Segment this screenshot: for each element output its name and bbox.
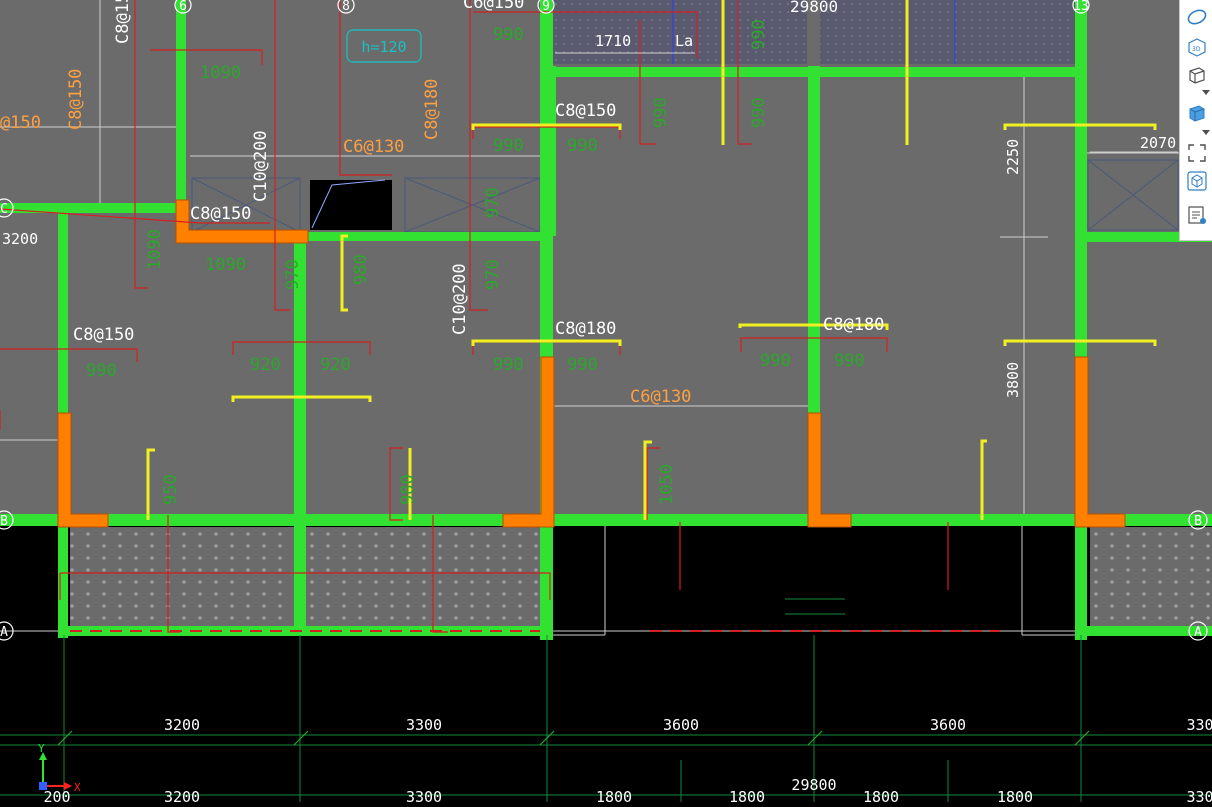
- bar-length: 980: [398, 474, 418, 505]
- navigation-cube-button[interactable]: [1184, 168, 1210, 194]
- dimension-text: 29800: [791, 776, 836, 794]
- bar-length: 970: [483, 187, 503, 218]
- rebar-label: C6@130: [343, 137, 404, 157]
- bar-length: 970: [483, 259, 503, 290]
- dimension-text: 2250: [1004, 139, 1022, 175]
- axis-label-9: 9: [542, 0, 550, 14]
- rebar-label: C10@200: [251, 130, 271, 202]
- dimension-text: 3600: [930, 716, 966, 734]
- ucs-y-label: Y: [38, 742, 45, 755]
- dimension-text: 3200: [2, 230, 38, 248]
- dimension-text: 3300: [406, 788, 442, 802]
- rebar-label: C8@150: [66, 69, 86, 130]
- rebar-label: @150: [0, 113, 41, 133]
- rebar-label: C8@150: [73, 325, 134, 345]
- dimension-text: 1800: [596, 788, 632, 802]
- rebar-label: C6@150: [463, 0, 524, 13]
- bar-length: 980: [351, 254, 371, 285]
- bar-length: 990: [493, 25, 524, 45]
- dimension-text: 1800: [863, 788, 899, 802]
- bar-length: 920: [250, 355, 281, 375]
- slab-thickness-text: h=120: [361, 38, 406, 56]
- properties-button[interactable]: [1184, 202, 1210, 228]
- bar-length: 990: [651, 97, 671, 128]
- bar-length: 1090: [200, 63, 241, 83]
- rebar-label: C8@180: [555, 319, 616, 339]
- dimension-text: 1800: [997, 788, 1033, 802]
- bar-length: 950: [161, 474, 181, 505]
- dimension-row: 3200 3300 3600 3600 330 29800 200 3200 3…: [43, 716, 1212, 806]
- dimension-text: 3200: [164, 716, 200, 734]
- rebar-label: C8@180: [823, 315, 884, 335]
- bar-length: 990: [567, 136, 598, 156]
- properties-icon: [1188, 206, 1206, 224]
- dimension-text: 3600: [663, 716, 699, 734]
- bar-length: 970: [283, 259, 303, 290]
- bar-length: 990: [749, 97, 769, 128]
- dimension-text: 3200: [164, 788, 200, 802]
- ucs-icon: Y X: [38, 742, 81, 794]
- dimension-text: 2070: [1140, 134, 1176, 152]
- axis-label-8: 8: [342, 0, 350, 14]
- bar-length: 990: [493, 355, 524, 375]
- cad-drawing-viewport[interactable]: 6 8 9 13 C B B A A h=120 C8@150 C8@150 C…: [0, 0, 1212, 806]
- bar-length: 990: [86, 361, 117, 381]
- dimension-text: 29800: [790, 0, 838, 16]
- svg-text:3D: 3D: [1192, 46, 1201, 53]
- dimension-text: 1710: [595, 32, 631, 50]
- axis-label-b: B: [0, 514, 8, 529]
- bar-length: 920: [320, 355, 351, 375]
- rebar-label: C8@150: [555, 101, 616, 121]
- cube-3d-icon: 3D: [1188, 38, 1206, 57]
- bar-length: 990: [493, 136, 524, 156]
- axis-label-6: 6: [179, 0, 187, 14]
- cube-outline-icon: [1189, 67, 1205, 84]
- dimension-text: La: [675, 32, 693, 50]
- rebar-label: C10@200: [450, 263, 470, 335]
- dimension-text: 330: [1186, 788, 1212, 802]
- dimension-text: 330: [1186, 716, 1212, 734]
- rebar-label: C8@15: [113, 0, 133, 44]
- dimension-text: 200: [43, 788, 70, 802]
- rebar-label: C8@180: [422, 79, 442, 140]
- axis-label-13: 13: [1073, 0, 1089, 14]
- iso-view-button[interactable]: [1184, 100, 1210, 126]
- axis-label-b-right: B: [1194, 514, 1202, 529]
- chevron-down-icon[interactable]: [1202, 90, 1210, 96]
- axis-label-a: A: [0, 625, 8, 640]
- bar-length: 990: [567, 355, 598, 375]
- dimension-text: 1800: [729, 788, 765, 802]
- hatched-balcony: [1090, 527, 1212, 627]
- ucs-x-label: X: [74, 781, 81, 794]
- bar-length: 1050: [657, 464, 677, 505]
- zoom-extents-button[interactable]: [1184, 140, 1210, 166]
- navigation-toolbar: 3D: [1179, 0, 1212, 241]
- zoom-extents-icon: [1188, 144, 1206, 162]
- view-cube-button[interactable]: [1184, 62, 1210, 88]
- orbit-icon: [1187, 9, 1207, 25]
- axis-label-c: C: [0, 202, 8, 217]
- 3d-view-button[interactable]: 3D: [1184, 34, 1210, 60]
- chevron-down-icon[interactable]: [1202, 130, 1210, 136]
- bar-length: 990: [749, 19, 769, 50]
- bar-length: 990: [760, 351, 791, 371]
- rebar-label: C6@130: [630, 387, 691, 407]
- navcube-icon: [1187, 171, 1207, 191]
- axis-label-a-right: A: [1194, 625, 1202, 640]
- dimension-text: 3800: [1004, 362, 1022, 398]
- freeform-orbit-button[interactable]: [1184, 4, 1210, 30]
- bar-length: 1090: [145, 229, 165, 270]
- drawing-canvas[interactable]: 6 8 9 13 C B B A A h=120 C8@150 C8@150 C…: [0, 0, 1212, 806]
- hatched-opening: [820, 0, 1076, 64]
- rebar-label: C8@150: [190, 204, 251, 224]
- dimension-text: 3300: [406, 716, 442, 734]
- bar-length: 1090: [205, 255, 246, 275]
- bar-length: 990: [834, 351, 865, 371]
- cube-filled-icon: [1189, 105, 1205, 122]
